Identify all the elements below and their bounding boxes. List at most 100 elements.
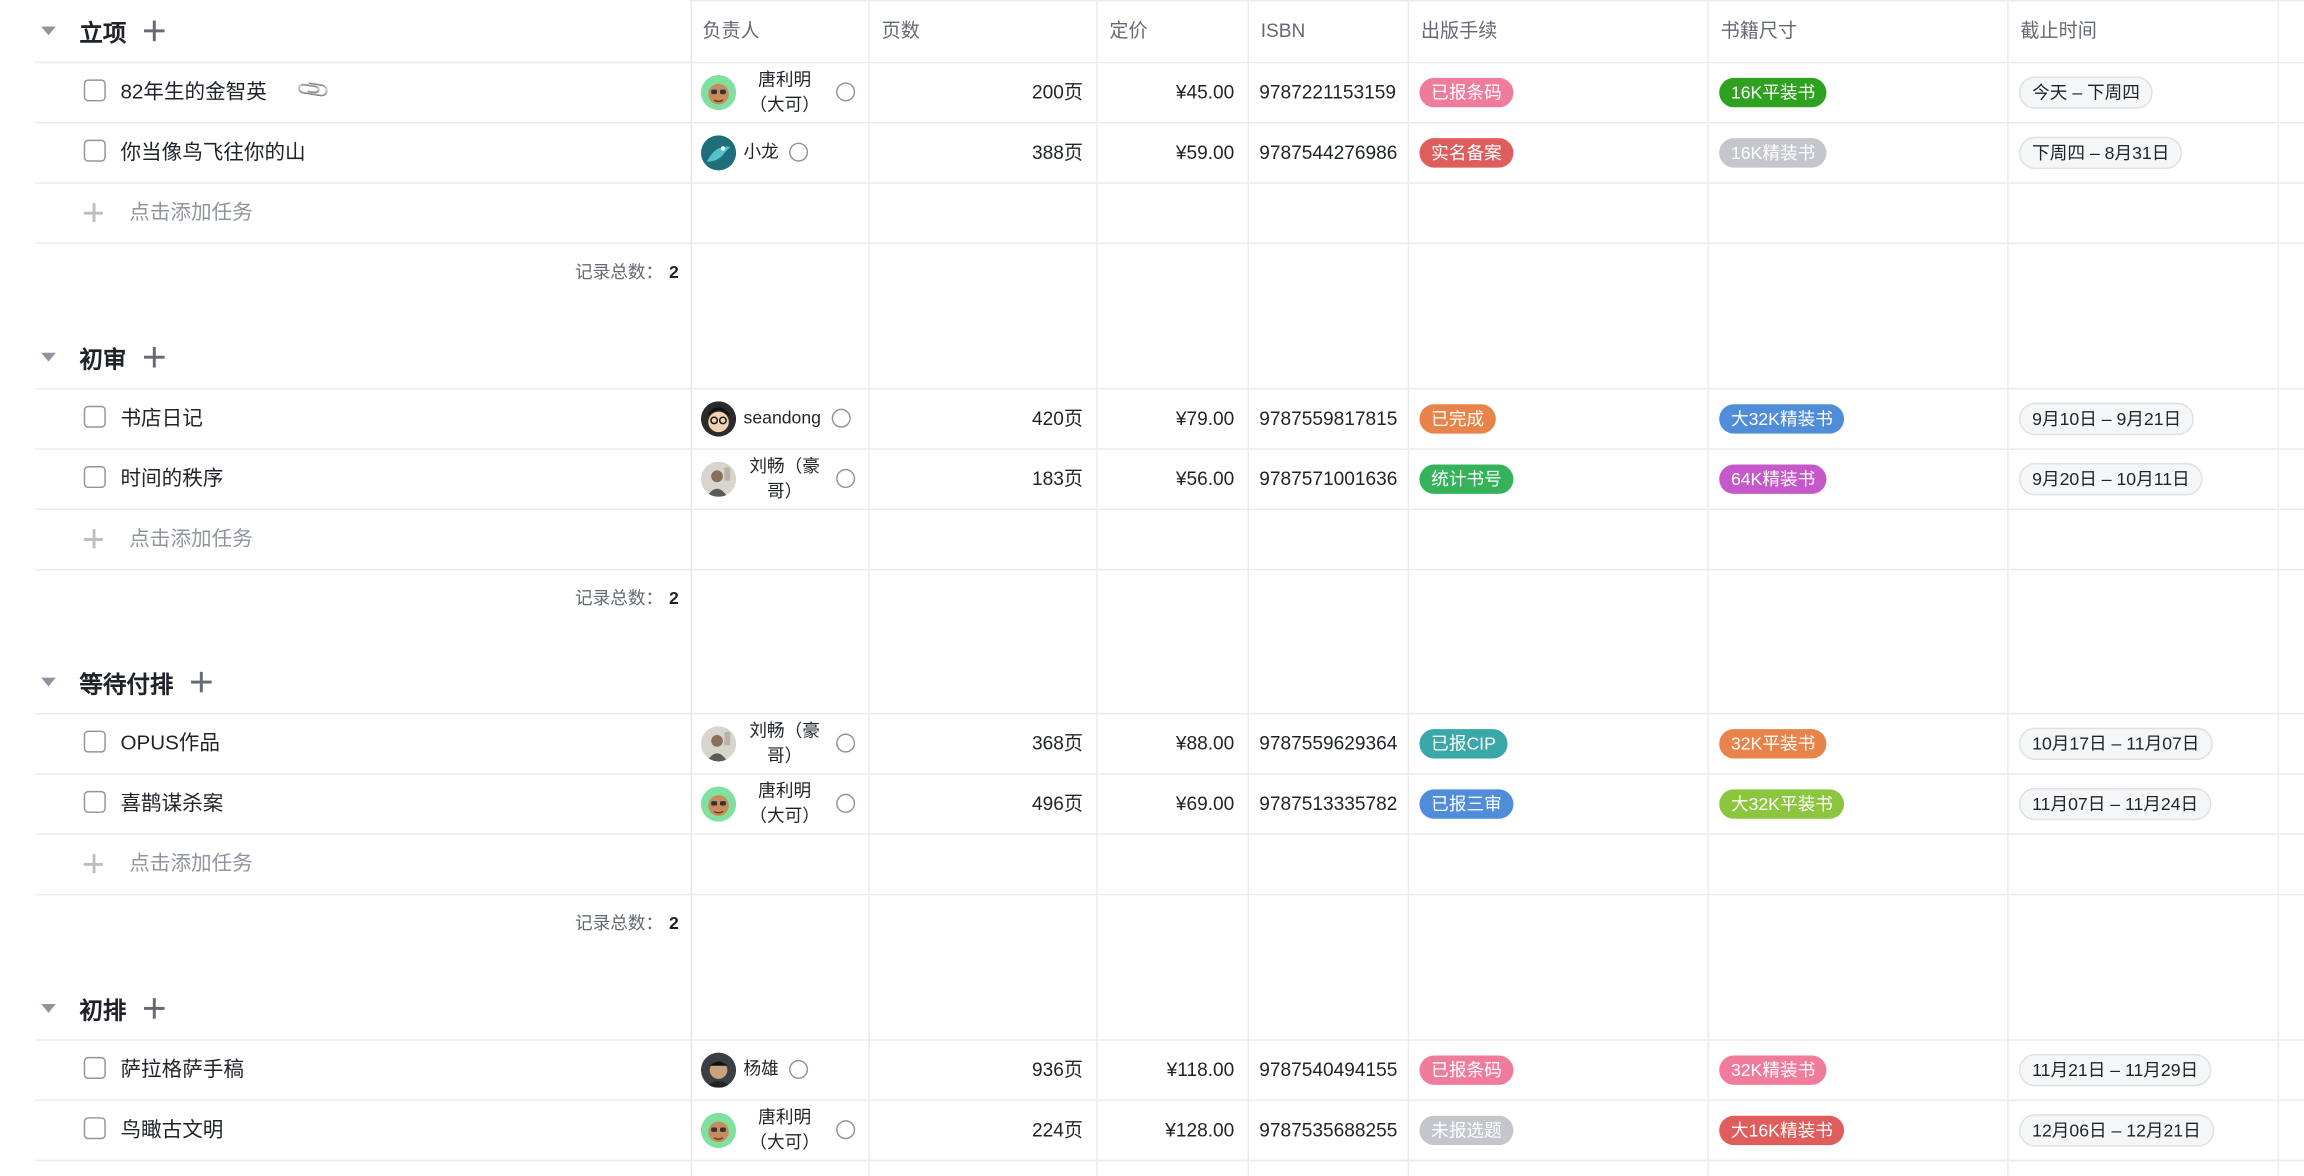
owner-status-radio[interactable] [836, 468, 856, 489]
add-task-plus-icon[interactable] [191, 671, 212, 693]
pages-cell[interactable]: 388页 [868, 122, 1096, 182]
task-row[interactable]: 喜鹊谋杀案 [0, 773, 691, 833]
task-checkbox[interactable] [83, 730, 106, 753]
column-header-price[interactable]: 定价 [1096, 0, 1247, 62]
size-cell[interactable]: 大32K精装书 [1707, 388, 2007, 448]
task-row[interactable]: OPUS作品 [0, 713, 691, 773]
task-row[interactable]: 书店日记 [0, 388, 691, 448]
isbn-cell[interactable]: 9787544276986 [1248, 122, 1408, 182]
add-task-plus-icon[interactable] [144, 346, 165, 368]
owner-cell[interactable]: 刘畅（豪 哥） [689, 713, 868, 773]
deadline-cell[interactable]: 11月07日 – 11月24日 [2007, 773, 2277, 833]
task-name[interactable]: 书店日记 [120, 388, 202, 448]
owner-status-radio[interactable] [836, 733, 856, 753]
owner-cell[interactable]: 小龙 [689, 122, 868, 182]
procedure-cell[interactable]: 已报三审 [1408, 773, 1708, 833]
procedure-cell[interactable]: 已报CIP [1408, 713, 1708, 773]
procedure-cell[interactable]: 未报选题 [1408, 1100, 1708, 1160]
deadline-cell[interactable]: 下周四 – 8月31日 [2007, 122, 2277, 182]
pages-cell[interactable]: 368页 [868, 713, 1096, 773]
deadline-cell[interactable]: 12月06日 – 12月21日 [2007, 1100, 2277, 1160]
owner-cell[interactable]: 刘畅（豪 哥） [689, 448, 868, 508]
add-task-plus-icon[interactable] [144, 20, 165, 42]
column-header-owner[interactable]: 负责人 [689, 0, 868, 62]
isbn-cell[interactable]: 9787559817815 [1248, 388, 1408, 448]
isbn-cell[interactable]: 9787535688255 [1248, 1100, 1408, 1160]
price-cell[interactable]: ¥128.00 [1096, 1100, 1247, 1160]
collapse-caret-icon[interactable] [41, 677, 56, 687]
pages-cell[interactable]: 200页 [868, 62, 1096, 122]
deadline-cell[interactable]: 9月20日 – 10月11日 [2007, 448, 2277, 508]
size-cell[interactable]: 64K精装书 [1707, 448, 2007, 508]
collapse-caret-icon[interactable] [41, 26, 56, 36]
task-row[interactable]: 鸟瞰古文明 [0, 1100, 691, 1160]
deadline-cell[interactable]: 今天 – 下周四 [2007, 62, 2277, 122]
owner-status-radio[interactable] [789, 1059, 809, 1079]
owner-status-radio[interactable] [836, 82, 856, 102]
size-cell[interactable]: 大16K精装书 [1707, 1100, 2007, 1160]
owner-cell[interactable]: seandong [689, 388, 868, 448]
collapse-caret-icon[interactable] [41, 1004, 56, 1013]
pages-cell[interactable]: 420页 [868, 388, 1096, 448]
procedure-cell[interactable]: 统计书号 [1408, 448, 1708, 508]
price-cell[interactable]: ¥79.00 [1096, 388, 1247, 448]
owner-status-radio[interactable] [836, 1120, 856, 1140]
price-cell[interactable]: ¥56.00 [1096, 448, 1247, 508]
task-name[interactable]: 喜鹊谋杀案 [120, 773, 223, 833]
owner-status-radio[interactable] [789, 142, 809, 162]
isbn-cell[interactable]: 9787221153159 [1248, 62, 1408, 122]
pages-cell[interactable]: 496页 [868, 773, 1096, 833]
add-task-row[interactable]: 点击添加任务 [0, 509, 691, 569]
price-cell[interactable]: ¥45.00 [1096, 62, 1247, 122]
collapse-caret-icon[interactable] [41, 352, 56, 362]
isbn-cell[interactable]: 9787540494155 [1248, 1039, 1408, 1099]
procedure-cell[interactable]: 已报条码 [1408, 1039, 1708, 1099]
owner-status-radio[interactable] [836, 793, 856, 813]
pages-cell[interactable]: 183页 [868, 448, 1096, 508]
owner-status-radio[interactable] [831, 408, 851, 428]
task-checkbox[interactable] [83, 1056, 106, 1079]
task-row[interactable]: 82年生的金智英 📎 [0, 62, 691, 122]
procedure-cell[interactable]: 已完成 [1408, 388, 1708, 448]
task-name[interactable]: OPUS作品 [120, 713, 219, 773]
column-header-procedure[interactable]: 出版手续 [1408, 0, 1708, 62]
task-name[interactable]: 鸟瞰古文明 [120, 1100, 223, 1160]
task-row[interactable]: 你当像鸟飞往你的山 [0, 122, 691, 182]
task-name[interactable]: 82年生的金智英 [120, 62, 266, 122]
size-cell[interactable]: 16K精装书 [1707, 122, 2007, 182]
isbn-cell[interactable]: 9787571001636 [1248, 448, 1408, 508]
owner-cell[interactable]: 杨雄 [689, 1039, 868, 1099]
task-checkbox[interactable] [83, 790, 106, 813]
task-checkbox[interactable] [83, 1117, 106, 1140]
task-checkbox[interactable] [83, 79, 106, 102]
price-cell[interactable]: ¥59.00 [1096, 122, 1247, 182]
procedure-cell[interactable]: 实名备案 [1408, 122, 1708, 182]
task-row[interactable]: 时间的秩序 [0, 448, 691, 508]
attachment-icon[interactable]: 📎 [294, 71, 332, 109]
procedure-cell[interactable]: 已报条码 [1408, 62, 1708, 122]
add-task-plus-icon[interactable] [144, 998, 165, 1019]
add-task-row[interactable]: 点击添加任务 [0, 182, 691, 242]
size-cell[interactable]: 32K精装书 [1707, 1039, 2007, 1099]
isbn-cell[interactable]: 9787559629364 [1248, 713, 1408, 773]
task-name[interactable]: 你当像鸟飞往你的山 [120, 122, 305, 182]
size-cell[interactable]: 16K平装书 [1707, 62, 2007, 122]
task-checkbox[interactable] [83, 139, 106, 162]
owner-cell[interactable]: 唐利明 （大可） [689, 773, 868, 833]
column-header-deadline[interactable]: 截止时间 [2007, 0, 2277, 62]
task-name[interactable]: 时间的秩序 [120, 448, 223, 508]
task-checkbox[interactable] [83, 405, 106, 428]
isbn-cell[interactable]: 9787513335782 [1248, 773, 1408, 833]
task-name[interactable]: 萨拉格萨手稿 [120, 1039, 243, 1099]
task-checkbox[interactable] [83, 465, 106, 489]
column-header-pages[interactable]: 页数 [868, 0, 1096, 62]
owner-cell[interactable]: 唐利明 （大可） [689, 62, 868, 122]
task-row[interactable]: 萨拉格萨手稿 [0, 1039, 691, 1099]
owner-cell[interactable]: 唐利明 （大可） [689, 1100, 868, 1160]
pages-cell[interactable]: 936页 [868, 1039, 1096, 1099]
size-cell[interactable]: 大32K平装书 [1707, 773, 2007, 833]
price-cell[interactable]: ¥69.00 [1096, 773, 1247, 833]
deadline-cell[interactable]: 10月17日 – 11月07日 [2007, 713, 2277, 773]
price-cell[interactable]: ¥118.00 [1096, 1039, 1247, 1099]
column-header-size[interactable]: 书籍尺寸 [1707, 0, 2007, 62]
